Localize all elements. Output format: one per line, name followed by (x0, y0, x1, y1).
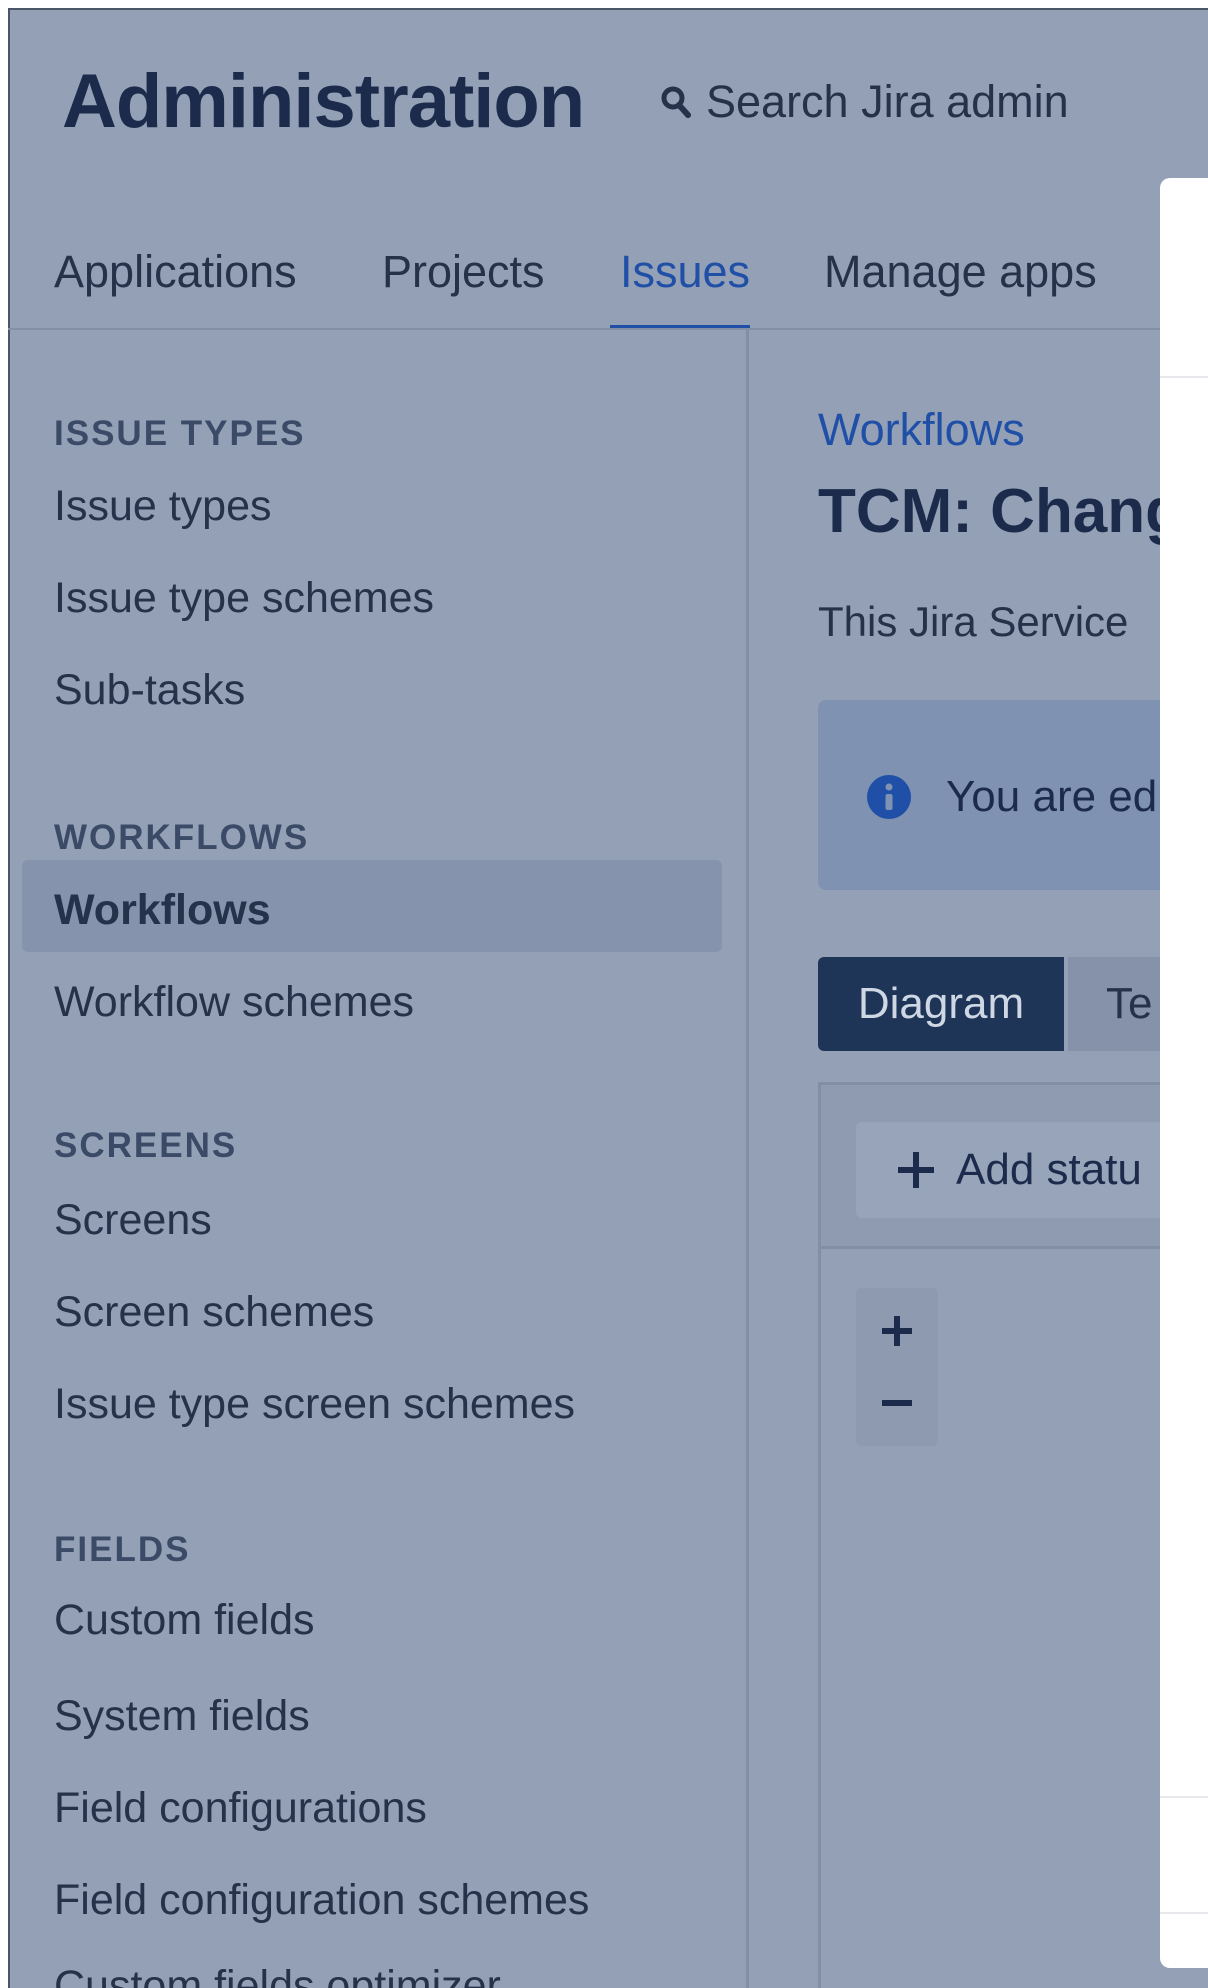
tab-issues[interactable]: Issues (620, 246, 750, 298)
zoom-controls (856, 1288, 938, 1446)
sidebar-divider (746, 330, 749, 1988)
breadcrumb-workflows[interactable]: Workflows (818, 404, 1025, 456)
zoom-in-button[interactable] (856, 1296, 938, 1366)
sidebar-item-field-configurations[interactable]: Field configurations (54, 1784, 427, 1833)
page-title: Administration (62, 59, 585, 144)
search-icon (661, 86, 691, 118)
zoom-in-icon (882, 1316, 912, 1346)
search-label: Search Jira admin (706, 76, 1069, 127)
sidebar-item-issue-types[interactable]: Issue types (54, 482, 272, 531)
section-title-workflows: WORKFLOWS (54, 818, 310, 857)
sidebar-item-screen-schemes[interactable]: Screen schemes (54, 1288, 374, 1337)
modal-dialog[interactable] (1160, 178, 1208, 1968)
screen: Administration Search Jira admin Applica… (0, 0, 1208, 1988)
sidebar-item-screens[interactable]: Screens (54, 1196, 212, 1245)
plus-icon (898, 1152, 934, 1188)
workflow-heading: TCM: Chang (818, 477, 1184, 546)
info-message-text: You are ed (946, 772, 1158, 821)
sidebar-item-custom-fields[interactable]: Custom fields (54, 1596, 314, 1645)
tab-projects[interactable]: Projects (382, 246, 545, 298)
sidebar-item-workflows[interactable]: Workflows (54, 886, 271, 935)
workflow-description: This Jira Service (818, 598, 1129, 645)
sidebar-item-workflow-schemes[interactable]: Workflow schemes (54, 978, 414, 1027)
sidebar-item-sub-tasks[interactable]: Sub-tasks (54, 666, 245, 715)
section-title-fields: FIELDS (54, 1530, 191, 1569)
admin-search[interactable]: Search Jira admin (660, 76, 1069, 128)
add-status-label: Add statu (956, 1145, 1142, 1194)
sidebar-item-system-fields[interactable]: System fields (54, 1692, 310, 1741)
info-icon (867, 775, 911, 819)
tab-applications[interactable]: Applications (54, 246, 297, 298)
sidebar-item-issue-type-schemes[interactable]: Issue type schemes (54, 574, 434, 623)
zoom-out-button[interactable] (856, 1368, 938, 1438)
section-title-screens: SCREENS (54, 1126, 238, 1165)
modal-divider (1160, 376, 1208, 378)
tab-manage-apps[interactable]: Manage apps (824, 246, 1097, 298)
zoom-out-icon (882, 1400, 912, 1406)
modal-divider (1160, 1796, 1208, 1798)
modal-divider (1160, 1912, 1208, 1914)
sidebar-item-field-configuration-schemes[interactable]: Field configuration schemes (54, 1876, 589, 1925)
add-status-button[interactable]: Add statu (856, 1122, 1208, 1218)
sidebar-item-issue-type-screen-schemes[interactable]: Issue type screen schemes (54, 1380, 575, 1429)
section-title-issue-types: ISSUE TYPES (54, 414, 306, 453)
view-diagram-button[interactable]: Diagram (818, 957, 1064, 1051)
tabs-divider (8, 328, 1208, 330)
sidebar-item-custom-fields-optimizer[interactable]: Custom fields optimizer (54, 1962, 501, 1988)
